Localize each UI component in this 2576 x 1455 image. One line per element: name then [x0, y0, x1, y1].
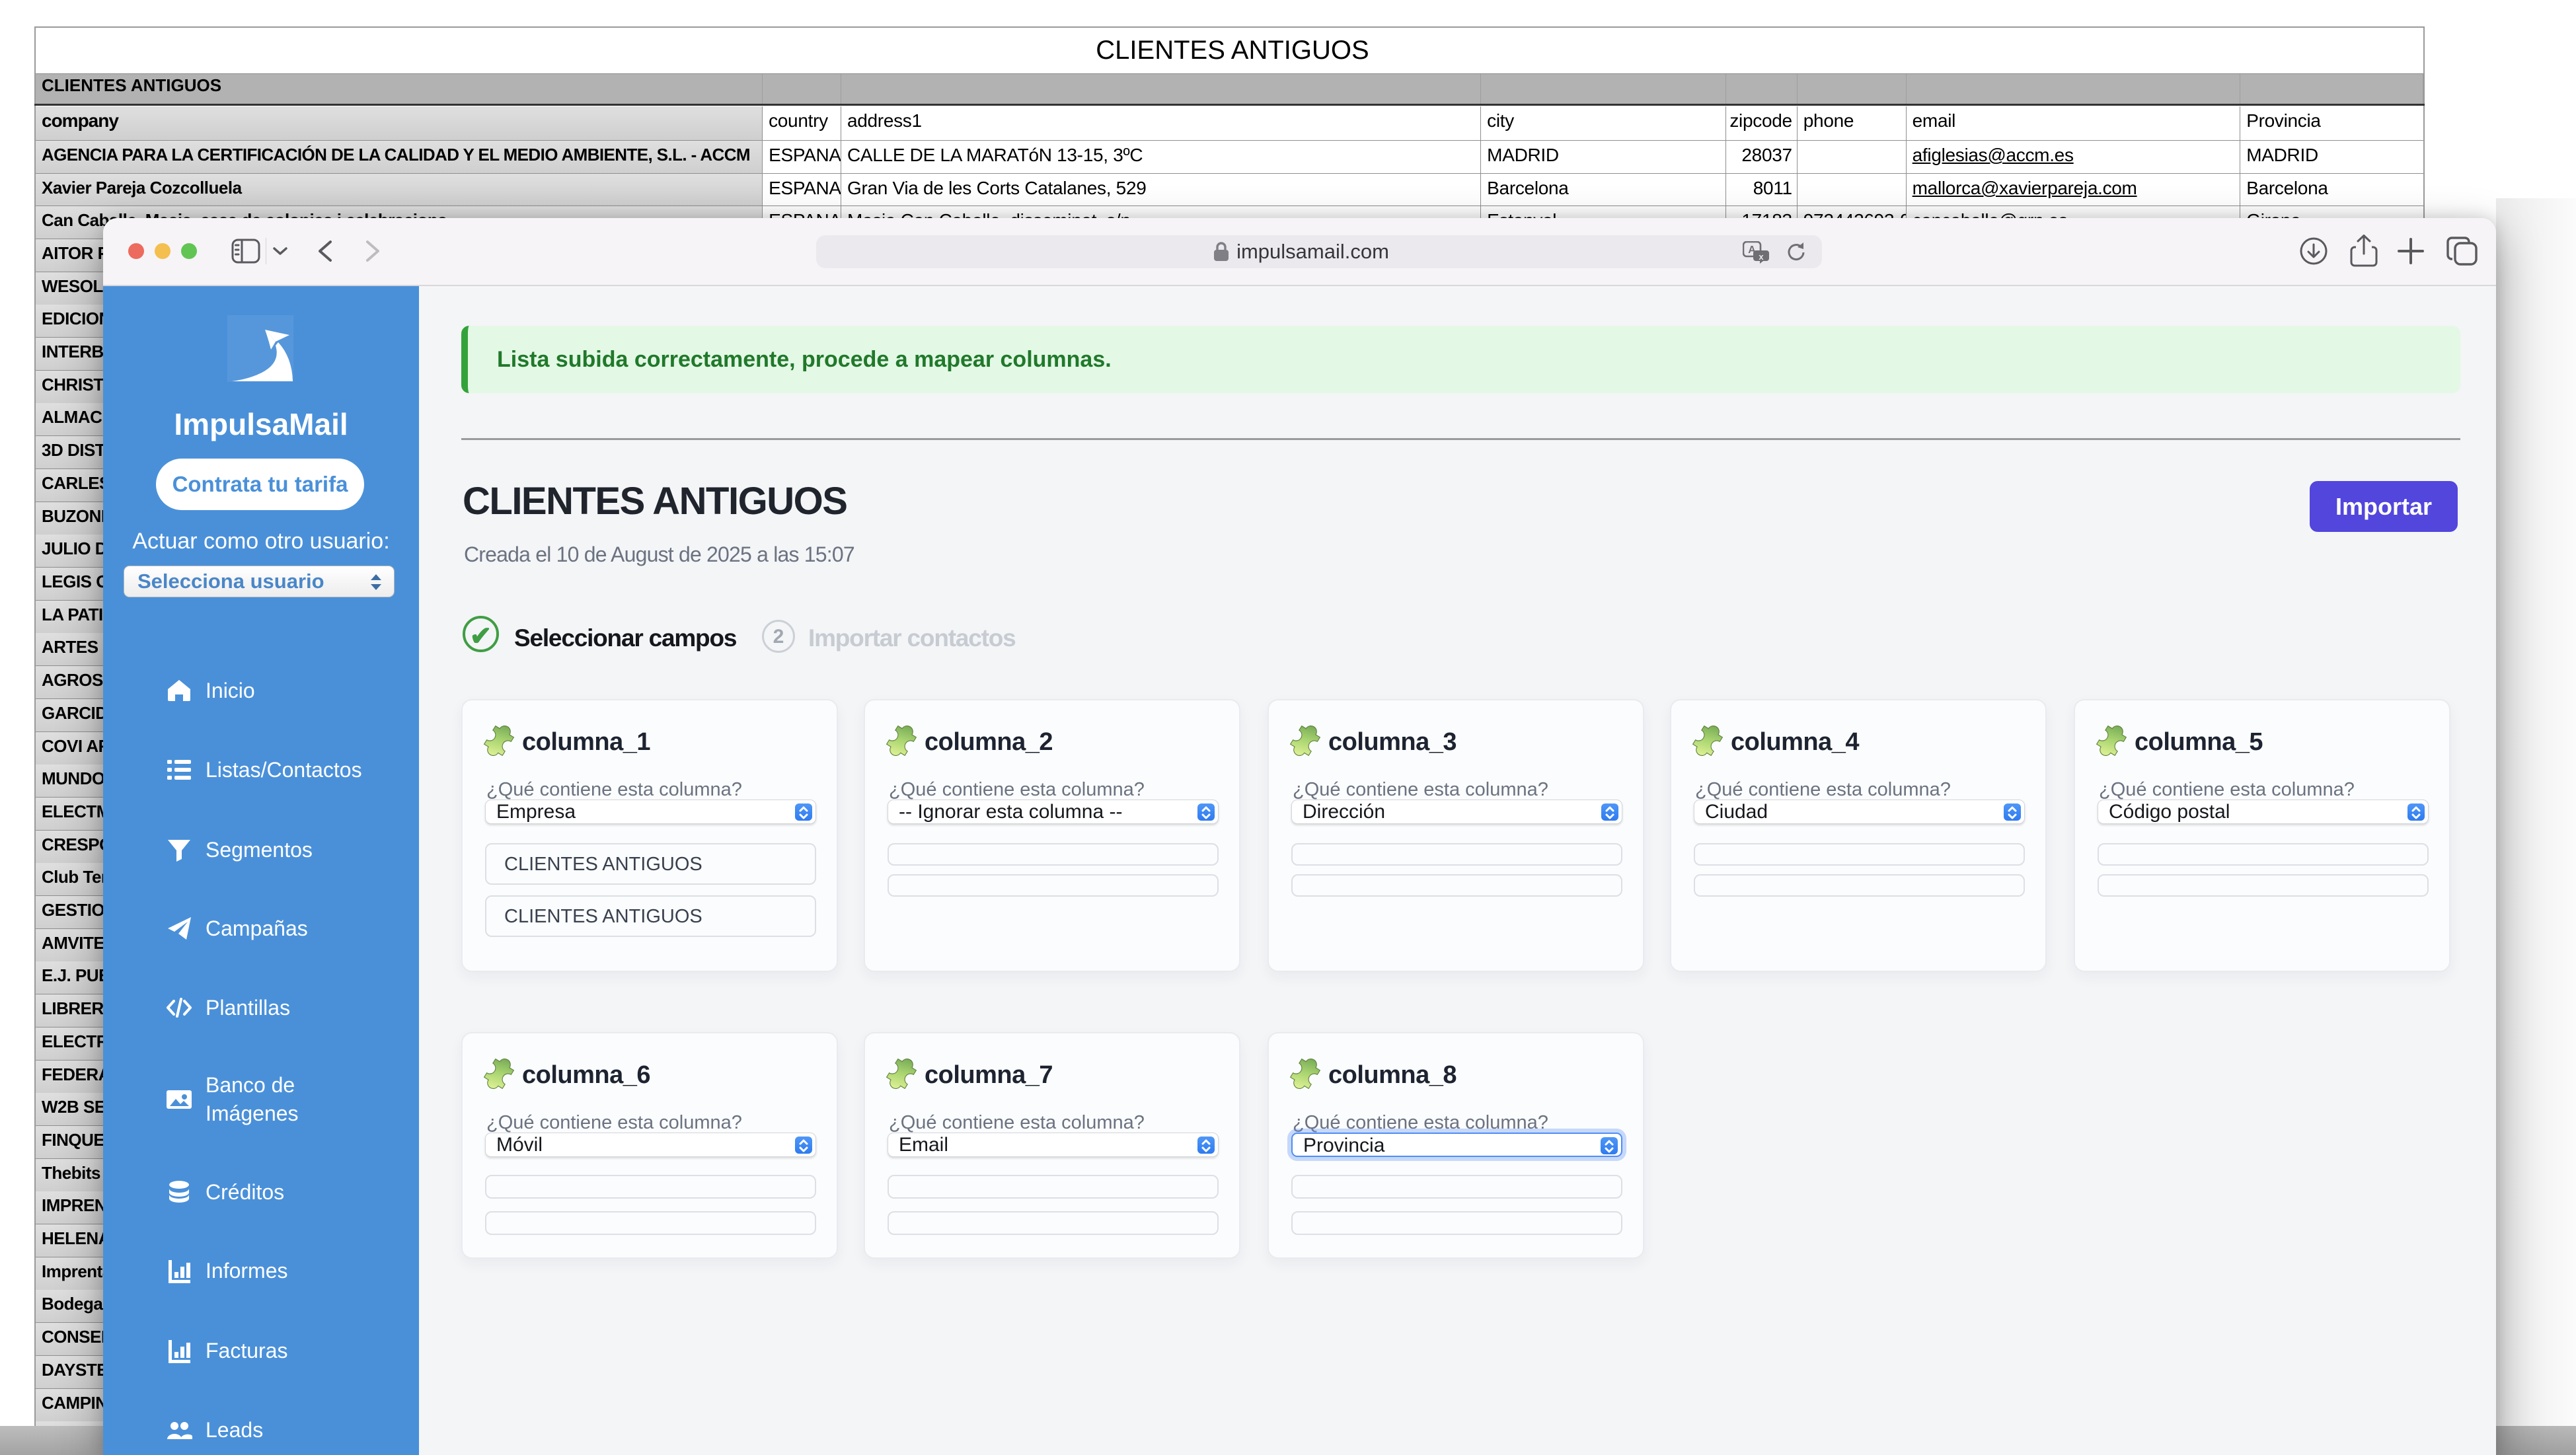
- svg-text:x: x: [1759, 252, 1764, 262]
